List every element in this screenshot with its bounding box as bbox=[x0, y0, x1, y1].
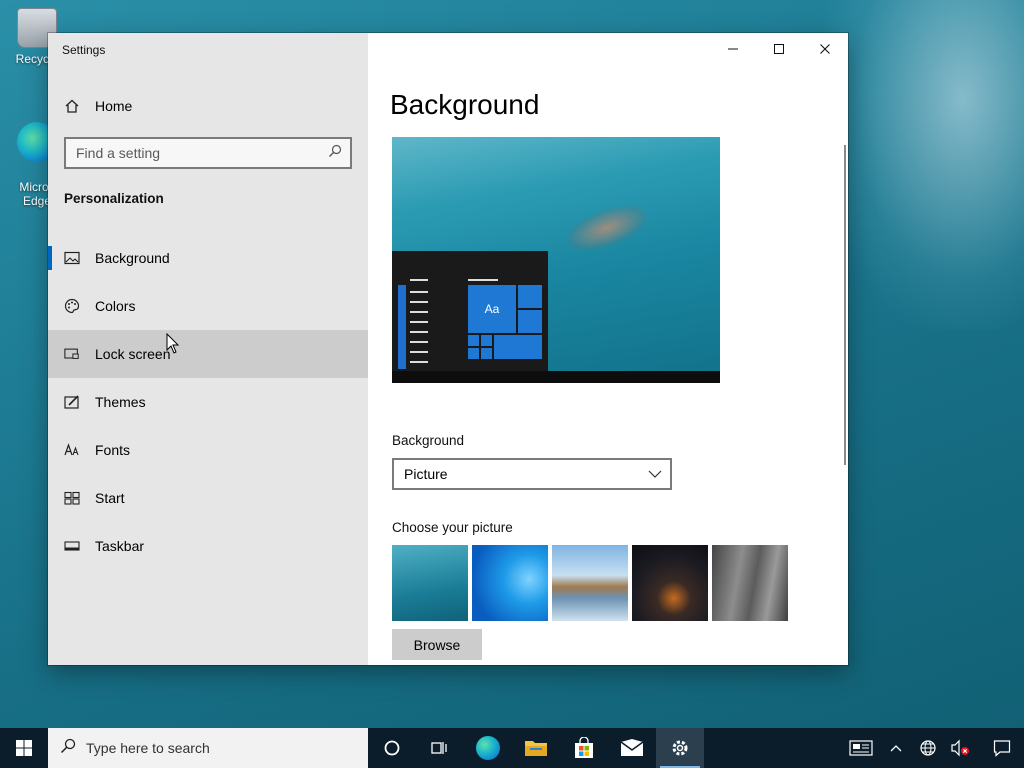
wallpaper-foam bbox=[820, 0, 1024, 330]
sidebar-item-label: Start bbox=[95, 490, 125, 506]
thumbnail-night-sky[interactable] bbox=[632, 545, 708, 621]
page-title: Background bbox=[390, 89, 540, 120]
window-controls bbox=[710, 33, 848, 65]
sidebar: Settings Home Personalization Background bbox=[48, 33, 368, 665]
task-view-button[interactable] bbox=[416, 728, 464, 768]
sidebar-item-label: Colors bbox=[95, 298, 136, 314]
sidebar-item-label: Fonts bbox=[95, 442, 131, 458]
news-icon bbox=[849, 740, 873, 756]
task-view-icon bbox=[431, 742, 447, 754]
taskbar-search-input[interactable] bbox=[86, 740, 356, 756]
nav-list: Background Colors Lock screen Themes Fon… bbox=[48, 234, 368, 570]
store-icon bbox=[575, 737, 593, 758]
background-dropdown[interactable]: Picture bbox=[392, 458, 672, 490]
picture-icon bbox=[64, 250, 80, 266]
choose-picture-label: Choose your picture bbox=[392, 520, 513, 535]
windows-logo-icon bbox=[16, 740, 32, 756]
lock-screen-icon bbox=[64, 346, 80, 362]
settings-button[interactable] bbox=[656, 728, 704, 768]
home-icon bbox=[64, 98, 80, 114]
taskbar-apps bbox=[368, 728, 704, 768]
preview-swimmer bbox=[558, 194, 656, 262]
search-icon bbox=[328, 144, 342, 163]
taskbar-search[interactable] bbox=[48, 728, 368, 768]
scrollbar[interactable] bbox=[844, 145, 846, 465]
thumbnail-windows-blue[interactable] bbox=[472, 545, 548, 621]
cortana-icon bbox=[384, 740, 400, 756]
volume-button[interactable] bbox=[948, 728, 972, 768]
palette-icon bbox=[64, 298, 80, 314]
section-title: Personalization bbox=[64, 191, 164, 206]
thumbnail-rock-cliff[interactable] bbox=[712, 545, 788, 621]
background-dropdown-value: Picture bbox=[404, 466, 448, 482]
sidebar-item-themes[interactable]: Themes bbox=[48, 378, 368, 426]
mail-button[interactable] bbox=[608, 728, 656, 768]
sidebar-item-label: Taskbar bbox=[95, 538, 145, 554]
sidebar-item-start[interactable]: Start bbox=[48, 474, 368, 522]
mail-icon bbox=[620, 739, 644, 756]
sidebar-item-taskbar[interactable]: Taskbar bbox=[48, 522, 368, 570]
background-preview: Aa bbox=[392, 137, 720, 383]
nav-home-label: Home bbox=[95, 98, 133, 114]
thumbnail-beach-rocks[interactable] bbox=[552, 545, 628, 621]
preview-tile: Aa bbox=[468, 285, 516, 333]
minimize-icon bbox=[728, 48, 738, 50]
edge-icon bbox=[476, 736, 500, 760]
cortana-button[interactable] bbox=[368, 728, 416, 768]
preview-start-menu: Aa bbox=[392, 251, 548, 371]
file-explorer-icon bbox=[525, 741, 547, 756]
start-button[interactable] bbox=[0, 728, 48, 768]
news-widget-button[interactable] bbox=[846, 728, 876, 768]
maximize-button[interactable] bbox=[756, 33, 802, 65]
settings-icon bbox=[672, 740, 688, 756]
system-tray bbox=[842, 728, 1024, 768]
file-explorer-button[interactable] bbox=[512, 728, 560, 768]
close-icon bbox=[820, 44, 830, 54]
action-center-button[interactable] bbox=[990, 728, 1014, 768]
notification-icon bbox=[993, 740, 1011, 757]
start-tiles-icon bbox=[64, 490, 80, 506]
chevron-up-icon bbox=[890, 745, 902, 752]
globe-icon bbox=[920, 740, 936, 756]
sidebar-item-fonts[interactable]: Fonts bbox=[48, 426, 368, 474]
volume-muted-icon bbox=[951, 739, 969, 757]
close-button[interactable] bbox=[802, 33, 848, 65]
edge-button[interactable] bbox=[464, 728, 512, 768]
store-button[interactable] bbox=[560, 728, 608, 768]
search-icon bbox=[60, 738, 76, 759]
background-label: Background bbox=[392, 433, 465, 448]
sidebar-item-label: Background bbox=[95, 250, 170, 266]
network-button[interactable] bbox=[916, 728, 940, 768]
browse-button[interactable]: Browse bbox=[392, 629, 482, 660]
minimize-button[interactable] bbox=[710, 33, 756, 65]
maximize-icon bbox=[774, 44, 784, 54]
nav-home[interactable]: Home bbox=[48, 89, 368, 123]
taskbar-icon bbox=[64, 538, 80, 554]
chevron-down-icon bbox=[648, 466, 662, 482]
search-input[interactable] bbox=[76, 145, 316, 161]
taskbar bbox=[0, 728, 1024, 768]
font-icon bbox=[64, 442, 80, 458]
search-box[interactable] bbox=[64, 137, 352, 169]
brush-icon bbox=[64, 394, 80, 410]
sidebar-item-label: Themes bbox=[95, 394, 146, 410]
content-pane: Background Aa Background Picture Choose … bbox=[368, 33, 848, 665]
preview-taskbar bbox=[392, 371, 720, 383]
show-hidden-icons-button[interactable] bbox=[884, 728, 908, 768]
window-title: Settings bbox=[62, 43, 106, 57]
sidebar-item-colors[interactable]: Colors bbox=[48, 282, 368, 330]
sidebar-item-label: Lock screen bbox=[95, 346, 171, 362]
thumbnail-underwater[interactable] bbox=[392, 545, 468, 621]
picture-thumbnails bbox=[392, 545, 788, 621]
sidebar-item-background[interactable]: Background bbox=[48, 234, 368, 282]
sidebar-item-lock-screen[interactable]: Lock screen bbox=[48, 330, 368, 378]
